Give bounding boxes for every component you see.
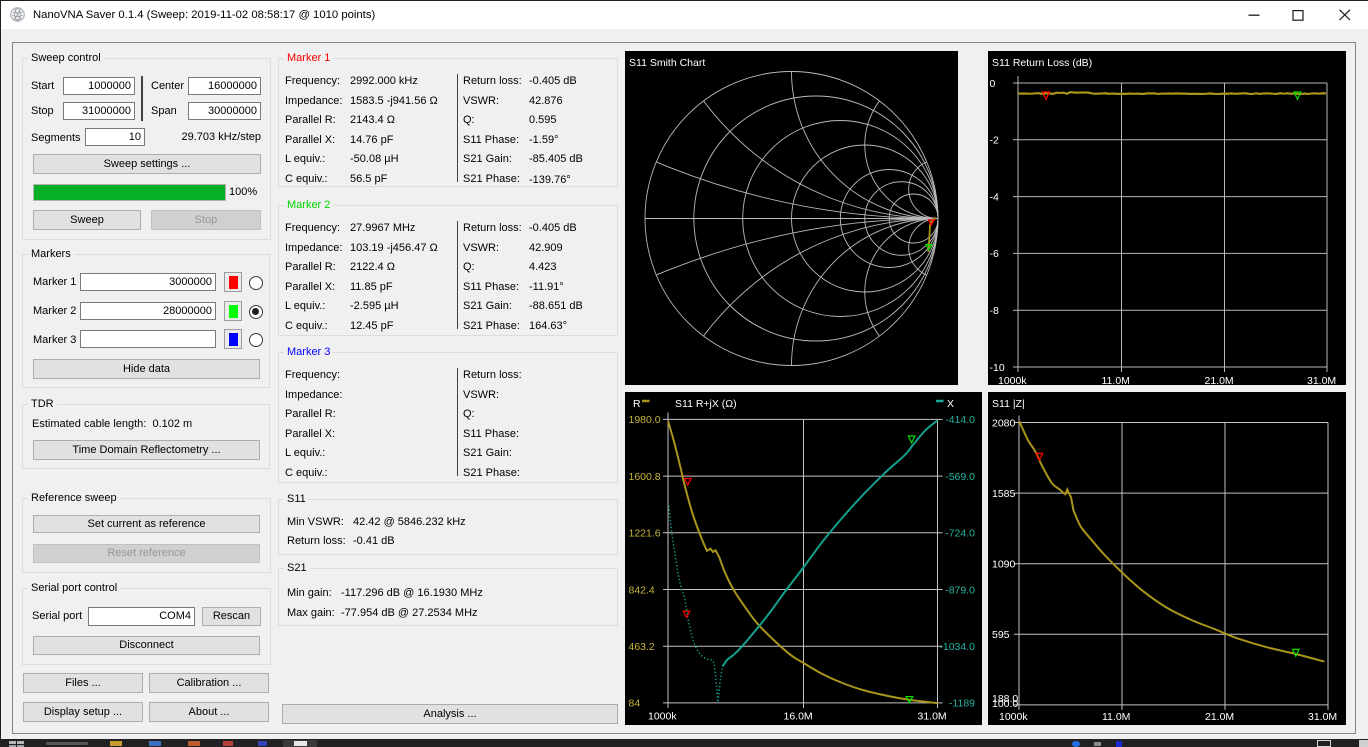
svg-text:-10: -10 xyxy=(990,362,1005,374)
svg-text:11.0M: 11.0M xyxy=(1102,711,1130,723)
svg-text:1221.6: 1221.6 xyxy=(629,528,661,540)
svg-text:S11 Return Loss (dB): S11 Return Loss (dB) xyxy=(992,57,1092,69)
svg-text:31.0M: 31.0M xyxy=(1308,711,1337,723)
svg-text:1090: 1090 xyxy=(992,559,1016,571)
svg-text:463.2: 463.2 xyxy=(629,641,655,653)
svg-text:1600.8: 1600.8 xyxy=(629,471,661,483)
svg-text:84: 84 xyxy=(629,698,641,710)
svg-text:-569.0: -569.0 xyxy=(945,471,975,483)
svg-text:31.0M: 31.0M xyxy=(1307,375,1336,385)
svg-text:-414.0: -414.0 xyxy=(945,414,975,426)
svg-text:-2: -2 xyxy=(990,135,999,147)
svg-text:11.0M: 11.0M xyxy=(1102,375,1130,385)
svg-text:31.0M: 31.0M xyxy=(918,711,947,723)
svg-text:595: 595 xyxy=(992,629,1010,641)
svg-text:1000k: 1000k xyxy=(999,711,1028,723)
svg-text:-8: -8 xyxy=(990,305,999,317)
svg-text:1000k: 1000k xyxy=(998,375,1027,385)
svg-text:21.0M: 21.0M xyxy=(1205,711,1234,723)
svg-text:16.0M: 16.0M xyxy=(784,711,813,723)
svg-text:1000k: 1000k xyxy=(648,711,677,723)
svg-text:2080: 2080 xyxy=(992,417,1016,429)
svg-text:S11 Smith Chart: S11 Smith Chart xyxy=(629,57,705,69)
svg-text:21.0M: 21.0M xyxy=(1205,375,1234,385)
svg-text:0: 0 xyxy=(990,78,996,90)
svg-text:1585: 1585 xyxy=(992,488,1016,500)
svg-text:R: R xyxy=(633,398,641,410)
svg-text:100.0: 100.0 xyxy=(992,698,1018,710)
svg-text:S11 |Z|: S11 |Z| xyxy=(992,398,1025,410)
svg-text:-724.0: -724.0 xyxy=(945,528,975,540)
svg-text:-879.0: -879.0 xyxy=(945,584,975,596)
svg-text:S11 R+jX (Ω): S11 R+jX (Ω) xyxy=(675,398,737,410)
svg-text:842.4: 842.4 xyxy=(629,584,655,596)
svg-text:-6: -6 xyxy=(990,248,999,260)
svg-text:1980.0: 1980.0 xyxy=(629,414,661,426)
svg-text:-4: -4 xyxy=(990,191,999,203)
svg-text:-1189: -1189 xyxy=(949,698,975,710)
svg-text:-1034.0: -1034.0 xyxy=(939,641,975,653)
svg-text:X: X xyxy=(947,398,954,410)
